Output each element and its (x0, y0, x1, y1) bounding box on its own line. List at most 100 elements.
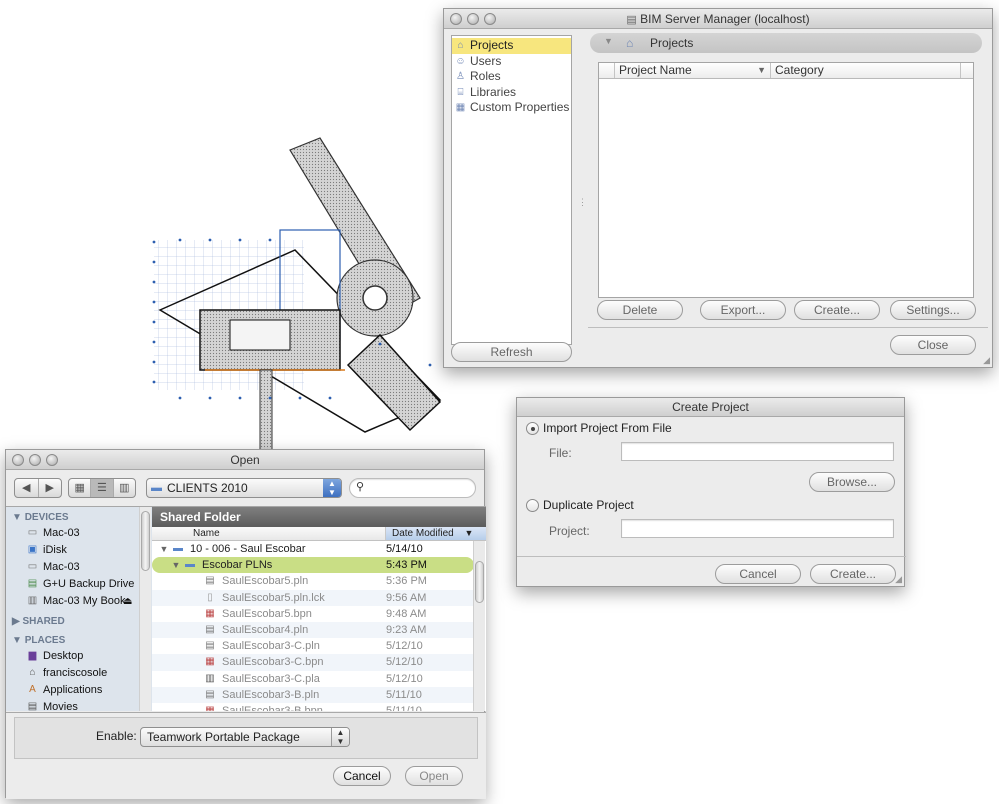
location-popup[interactable]: ▬ CLIENTS 2010 ▲ ▼ (146, 478, 342, 498)
file-field[interactable] (621, 442, 894, 461)
file-row[interactable]: ▦ SaulEscobar3-B.bpn 5/11/10 (152, 703, 474, 711)
file-row[interactable]: ▼ ▬ 10 - 006 - Saul Escobar 5/14/10 (152, 541, 474, 557)
file-row[interactable]: ▯ SaulEscobar5.pln.lck 9:56 AM (152, 589, 474, 606)
create-button[interactable]: Create... (794, 300, 880, 320)
file-name: 10 - 006 - Saul Escobar (190, 543, 306, 555)
sidebar-item-libraries[interactable]: ⌸ Libraries (452, 85, 571, 101)
sidebar-item-custom-properties[interactable]: ▦ Custom Properties (452, 100, 571, 116)
close-window-button[interactable] (450, 13, 462, 25)
cancel-button[interactable]: Cancel (715, 564, 801, 584)
titlebar[interactable]: Create Project (517, 398, 904, 417)
folder-header: Shared Folder (152, 507, 486, 527)
sidebar-item-device[interactable]: ▥ Mac-03 My Book ⏏ (6, 593, 152, 610)
scrollbar-thumb[interactable] (475, 561, 484, 603)
properties-icon: ▦ (455, 102, 466, 113)
column-header-project-name[interactable]: Project Name ▼ (615, 63, 771, 78)
column-header-date-modified[interactable]: Date Modified ▼ (386, 527, 486, 540)
file-row[interactable]: ▤ SaulEscobar3-C.pln 5/12/10 (152, 638, 474, 654)
file-date: 9:23 AM (386, 623, 427, 636)
minimize-window-button[interactable] (29, 454, 41, 466)
icon-view-icon[interactable]: ▦ (69, 479, 92, 497)
home-icon: ⌂ (29, 667, 36, 678)
back-arrow-icon[interactable]: ◀ (15, 479, 39, 497)
search-input[interactable]: ⚲ (349, 478, 476, 498)
sidebar-item-device[interactable]: ▭ Mac-03 (6, 559, 152, 576)
splitter-handle[interactable]: ⋮ (578, 197, 587, 208)
enable-label: Enable: (96, 729, 137, 743)
sidebar-header-devices[interactable]: ▼ DEVICES (6, 510, 152, 525)
sidebar-item-place[interactable]: ▆ Desktop (6, 648, 152, 665)
titlebar[interactable]: Open (6, 450, 484, 470)
sidebar-item-place[interactable]: ⌂ franciscosole (6, 665, 152, 682)
refresh-button[interactable]: Refresh (451, 342, 572, 362)
disclosure-triangle-icon[interactable]: ▼ (170, 559, 182, 571)
open-button[interactable]: Open (405, 766, 463, 786)
computer-icon: ▭ (27, 527, 38, 538)
titlebar[interactable]: ▤ BIM Server Manager (localhost) (444, 9, 992, 29)
file-row[interactable]: ▥ SaulEscobar3-C.pla 5/12/10 (152, 671, 474, 687)
file-row[interactable]: ▤ SaulEscobar4.pln 9:23 AM (152, 621, 474, 639)
enable-popup[interactable]: Teamwork Portable Package ▲ ▼ (140, 727, 350, 747)
sidebar-item-device[interactable]: ▣ iDisk (6, 542, 152, 559)
create-project-window: Create Project Import Project From File … (516, 397, 906, 587)
sidebar-header-places[interactable]: ▼ PLACES (6, 633, 152, 648)
minimize-window-button[interactable] (467, 13, 479, 25)
file-name-cell: ▼ ▬ Escobar PLNs (152, 557, 386, 573)
sidebar-item-place[interactable]: A Applications (6, 682, 152, 699)
column-label: Project Name (619, 63, 692, 77)
file-date: 5:43 PM (386, 559, 427, 572)
sidebar-item-roles[interactable]: ♙ Roles (452, 69, 571, 85)
duplicate-project-radio[interactable] (526, 499, 539, 512)
zoom-window-button[interactable] (484, 13, 496, 25)
list-view-icon[interactable]: ☰ (91, 479, 114, 497)
browse-button[interactable]: Browse... (809, 472, 895, 492)
settings-button[interactable]: Settings... (890, 300, 976, 320)
pln-file-icon: ▤ (205, 623, 215, 635)
sort-arrow-icon: ▼ (757, 65, 766, 75)
file-row[interactable]: ▦ SaulEscobar5.bpn 9:48 AM (152, 606, 474, 622)
bpn-file-icon: ▦ (205, 704, 215, 711)
sidebar-item-place[interactable]: ▤ Movies (6, 699, 152, 711)
column-header-name[interactable]: Name (152, 527, 386, 540)
scrollbar-thumb[interactable] (141, 511, 150, 571)
zoom-window-button[interactable] (46, 454, 58, 466)
file-row[interactable]: ▤ SaulEscobar3-B.pln 5/11/10 (152, 686, 474, 703)
idisk-icon: ▣ (27, 544, 38, 555)
sidebar-item-device[interactable]: ▭ Mac-03 (6, 525, 152, 542)
sidebar-item-users[interactable]: ☺ Users (452, 54, 571, 70)
close-window-button[interactable] (12, 454, 24, 466)
delete-button[interactable]: Delete (597, 300, 683, 320)
breadcrumb: ▼ ⌂ Projects (590, 33, 982, 53)
sidebar-scrollbar[interactable] (139, 507, 151, 711)
create-button[interactable]: Create... (810, 564, 896, 584)
project-field[interactable] (621, 519, 894, 538)
file-row[interactable]: ▦ SaulEscobar3-C.bpn 5/12/10 (152, 654, 474, 671)
file-list-scrollbar[interactable] (473, 541, 485, 711)
file-row[interactable]: ▤ SaulEscobar5.pln 5:36 PM (152, 573, 474, 589)
sidebar-item-device[interactable]: ▤ G+U Backup Drive (6, 576, 152, 593)
eject-icon[interactable]: ⏏ (123, 593, 132, 610)
file-list: ▼ ▬ 10 - 006 - Saul Escobar 5/14/10 ▼ ▬ Escoba… (152, 541, 486, 711)
open-options-bar: Enable: Teamwork Portable Package ▲ ▼ Can… (6, 712, 486, 799)
file-name-cell: ▦ SaulEscobar3-C.bpn (152, 654, 386, 670)
sidebar-header-shared[interactable]: ▶ SHARED (6, 614, 152, 629)
close-button[interactable]: Close (890, 335, 976, 355)
column-header-category[interactable]: Category (771, 63, 961, 78)
import-project-label: Import Project From File (543, 421, 672, 435)
import-project-radio[interactable] (526, 422, 539, 435)
roles-icon: ♙ (456, 71, 465, 82)
disclosure-triangle-icon[interactable]: ▼ (604, 36, 613, 46)
forward-arrow-icon[interactable]: ▶ (39, 479, 62, 497)
resize-grip[interactable]: ◢ (895, 574, 902, 585)
file-row[interactable]: ▼ ▬ Escobar PLNs 5:43 PM (152, 557, 474, 574)
resize-grip[interactable]: ◢ (983, 355, 990, 366)
export-button[interactable]: Export... (700, 300, 786, 320)
item-label: Applications (43, 684, 103, 696)
item-label: iDisk (43, 544, 67, 556)
disclosure-triangle-icon[interactable]: ▼ (158, 543, 170, 555)
sidebar-item-projects[interactable]: ⌂ Projects (452, 38, 571, 54)
column-view-icon[interactable]: ▥ (114, 479, 135, 497)
cancel-button[interactable]: Cancel (333, 766, 391, 786)
file-browser: Shared Folder Name Date Modified ▼ ▼ ▬ 10 … (152, 506, 486, 711)
header-label: DEVICES (24, 512, 69, 523)
